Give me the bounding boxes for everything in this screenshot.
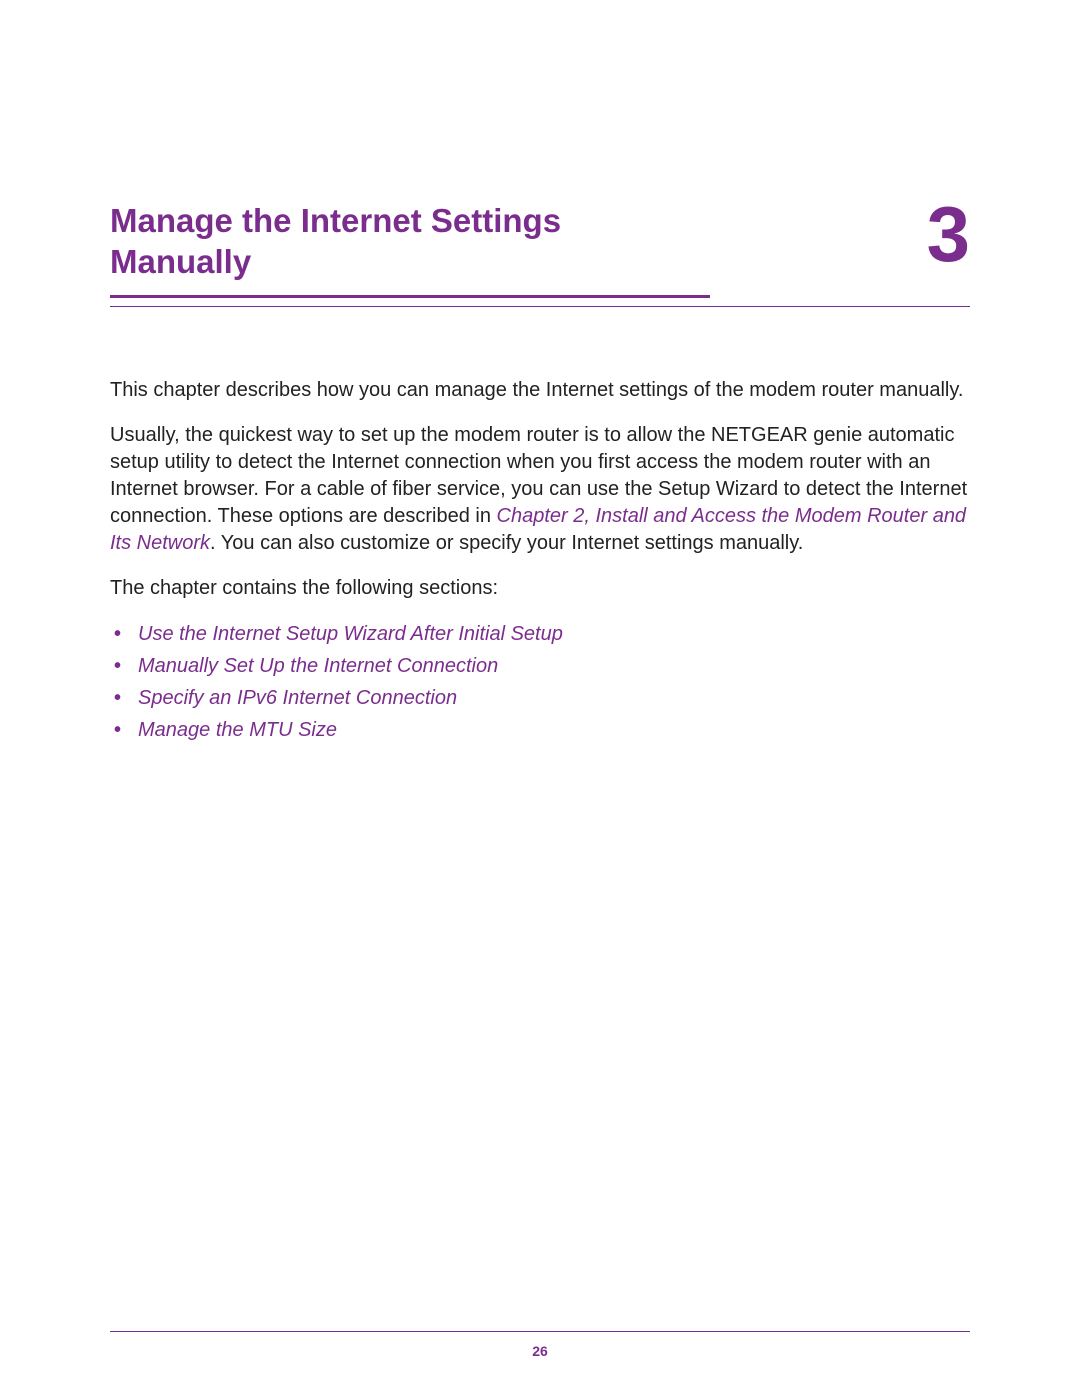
- page-number: 26: [0, 1343, 1080, 1359]
- section-link-mtu[interactable]: Manage the MTU Size: [138, 716, 970, 744]
- description-paragraph: Usually, the quickest way to set up the …: [110, 422, 970, 557]
- chapter-title: Manage the Internet Settings Manually: [110, 200, 710, 283]
- chapter-header: Manage the Internet Settings Manually 3: [110, 200, 970, 307]
- sections-intro: The chapter contains the following secti…: [110, 575, 970, 602]
- section-link-ipv6[interactable]: Specify an IPv6 Internet Connection: [138, 684, 970, 712]
- chapter-title-wrap: Manage the Internet Settings Manually: [110, 200, 710, 298]
- section-link-wizard[interactable]: Use the Internet Setup Wizard After Init…: [138, 620, 970, 648]
- chapter-number: 3: [927, 195, 970, 273]
- footer-rule: [110, 1331, 970, 1332]
- page-content: Manage the Internet Settings Manually 3 …: [0, 0, 1080, 744]
- p2-part2: . You can also customize or specify your…: [210, 532, 803, 554]
- section-list: Use the Internet Setup Wizard After Init…: [110, 620, 970, 744]
- section-link-manual-setup[interactable]: Manually Set Up the Internet Connection: [138, 652, 970, 680]
- intro-paragraph: This chapter describes how you can manag…: [110, 377, 970, 404]
